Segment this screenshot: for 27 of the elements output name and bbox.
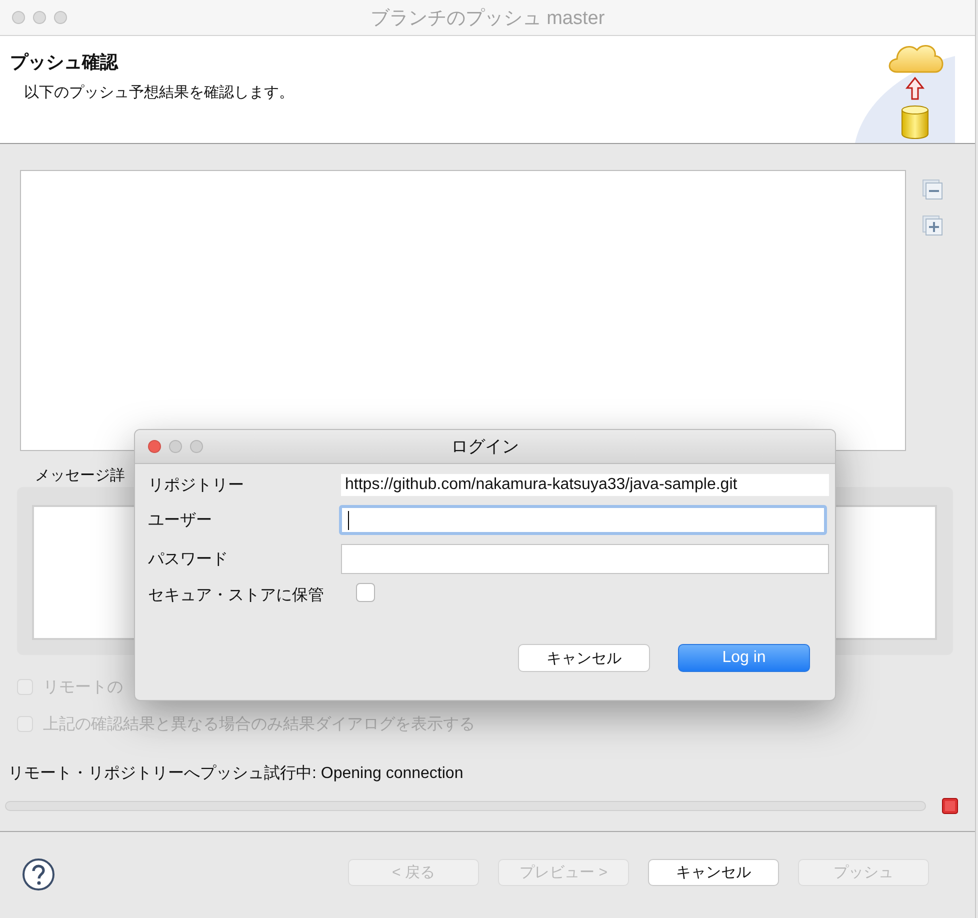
- login-button[interactable]: Log in: [678, 644, 810, 672]
- repository-url: https://github.com/nakamura-katsuya33/java-sample.git: [341, 474, 829, 496]
- field-label: パスワード: [148, 550, 229, 570]
- status-text: リモート・リポジトリーへプッシュ試行中: Opening connection: [8, 764, 464, 784]
- dialog-title: ログイン: [451, 437, 519, 456]
- zoom-button[interactable]: [54, 11, 67, 24]
- field-label: セキュア・ストアに保管: [148, 586, 325, 606]
- window-title: ブランチのプッシュ master: [370, 8, 605, 28]
- page-description: 以下のプッシュ予想結果を確認します。: [23, 83, 294, 102]
- wizard-button[interactable]: キャンセル: [648, 859, 779, 886]
- field-label: リポジトリー: [148, 476, 245, 496]
- close-button[interactable]: [12, 11, 25, 24]
- page-title: プッシュ確認: [10, 51, 120, 74]
- close-button[interactable]: [148, 440, 161, 453]
- input-field[interactable]: [341, 544, 829, 574]
- minimize-button[interactable]: [33, 11, 46, 24]
- checkbox[interactable]: [356, 583, 375, 602]
- expand-all-icon[interactable]: [922, 215, 944, 237]
- collapse-all-icon[interactable]: [922, 179, 944, 201]
- zoom-button[interactable]: [190, 440, 203, 453]
- cancel-button[interactable]: キャンセル: [518, 644, 650, 672]
- stop-icon[interactable]: [942, 798, 958, 814]
- help-icon[interactable]: [22, 858, 55, 891]
- input-field[interactable]: [339, 505, 827, 535]
- field-label: ユーザー: [148, 510, 213, 530]
- minimize-button[interactable]: [169, 440, 182, 453]
- group-label: メッセージ詳: [35, 466, 125, 484]
